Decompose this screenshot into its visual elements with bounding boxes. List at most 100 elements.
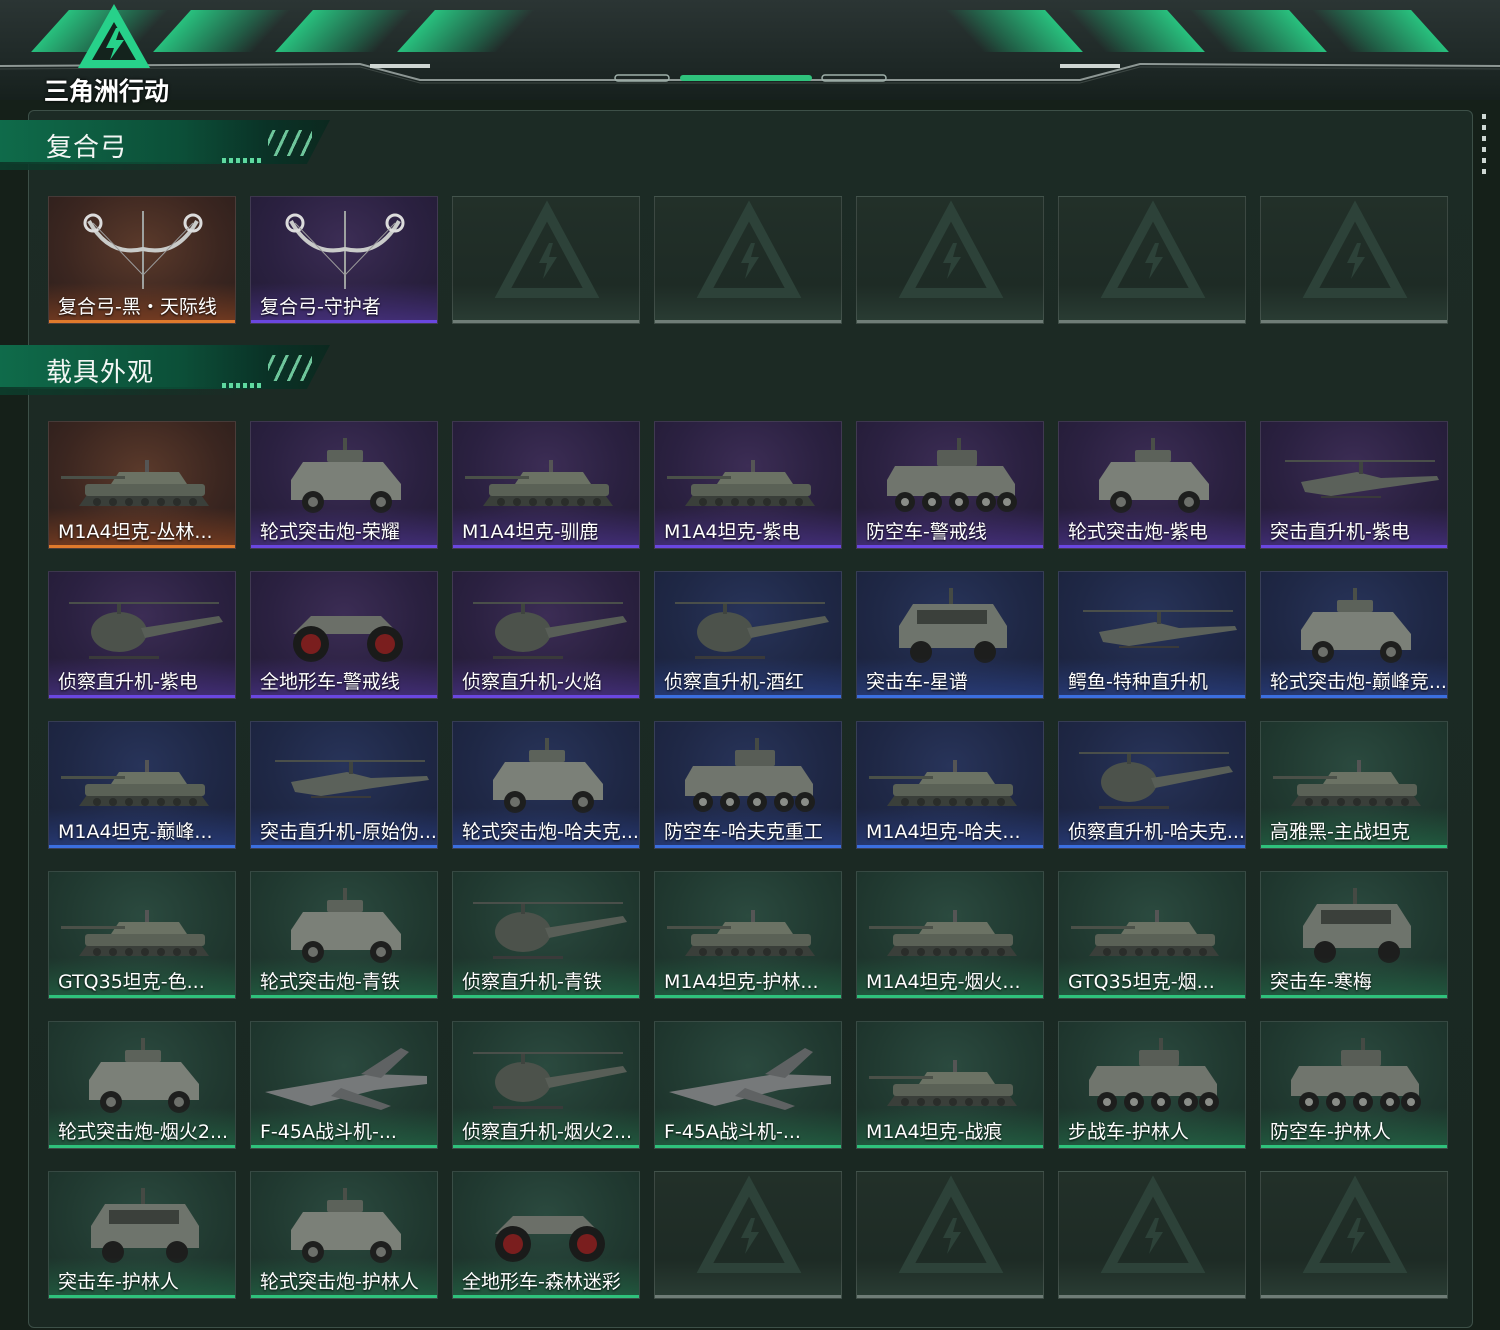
rarity-bar: [49, 845, 235, 848]
skin-card[interactable]: 步战车-护林人: [1058, 1021, 1246, 1149]
skin-card[interactable]: M1A4坦克-丛林...: [48, 421, 236, 549]
rarity-bar: [1059, 995, 1245, 998]
card-label: 突击车-护林人: [58, 1271, 179, 1293]
rarity-bar: [1059, 845, 1245, 848]
empty-slot-icon: [494, 200, 600, 298]
rarity-bar: [1059, 1145, 1245, 1148]
card-label: 轮式突击炮-青铁: [260, 971, 400, 993]
card-label: 轮式突击炮-荣耀: [260, 521, 400, 543]
card-label: 突击直升机-紫电: [1270, 521, 1410, 543]
card-label: 防空车-警戒线: [866, 521, 987, 543]
skin-card[interactable]: M1A4坦克-烟火...: [856, 871, 1044, 999]
rarity-bar: [655, 1295, 841, 1298]
rarity-bar: [857, 995, 1043, 998]
rarity-bar: [1261, 320, 1447, 323]
rarity-bar: [857, 845, 1043, 848]
skin-card[interactable]: 侦察直升机-烟火2...: [452, 1021, 640, 1149]
rarity-bar: [251, 1295, 437, 1298]
rarity-bar: [1261, 1145, 1447, 1148]
empty-slot-icon: [898, 1175, 1004, 1273]
delta-logo-icon: [78, 4, 150, 68]
rarity-bar: [251, 995, 437, 998]
skin-card[interactable]: M1A4坦克-哈夫...: [856, 721, 1044, 849]
rarity-bar: [453, 695, 639, 698]
rarity-bar: [453, 995, 639, 998]
card-label: 防空车-护林人: [1270, 1121, 1391, 1143]
skin-card[interactable]: 防空车-警戒线: [856, 421, 1044, 549]
skin-card[interactable]: 复合弓-守护者: [250, 196, 438, 324]
skin-card[interactable]: 侦察直升机-青铁: [452, 871, 640, 999]
card-label: M1A4坦克-驯鹿: [462, 521, 599, 543]
card-label: 侦察直升机-烟火2...: [462, 1121, 633, 1143]
skin-card[interactable]: 轮式突击炮-护林人: [250, 1171, 438, 1299]
rarity-bar: [49, 995, 235, 998]
card-label: M1A4坦克-护林...: [664, 971, 819, 993]
empty-skin-slot: [1260, 196, 1448, 324]
skin-card[interactable]: 轮式突击炮-哈夫克...: [452, 721, 640, 849]
rarity-bar: [655, 995, 841, 998]
skin-card[interactable]: 复合弓-黑・天际线: [48, 196, 236, 324]
skin-card[interactable]: GTQ35坦克-烟...: [1058, 871, 1246, 999]
skin-card[interactable]: 突击车-星谱: [856, 571, 1044, 699]
rarity-bar: [453, 845, 639, 848]
rarity-bar: [655, 845, 841, 848]
card-label: 全地形车-警戒线: [260, 671, 400, 693]
rarity-bar: [1059, 320, 1245, 323]
rarity-bar: [655, 695, 841, 698]
skin-card[interactable]: 侦察直升机-哈夫克...: [1058, 721, 1246, 849]
skin-card[interactable]: 突击车-寒梅: [1260, 871, 1448, 999]
empty-slot-icon: [1100, 200, 1206, 298]
skin-card[interactable]: M1A4坦克-战痕: [856, 1021, 1044, 1149]
skin-card[interactable]: 高雅黑-主战坦克: [1260, 721, 1448, 849]
card-label: 轮式突击炮-烟火2...: [58, 1121, 229, 1143]
card-label: 侦察直升机-酒红: [664, 671, 804, 693]
skin-card[interactable]: 全地形车-警戒线: [250, 571, 438, 699]
scroll-indicator[interactable]: [1482, 114, 1486, 180]
rarity-bar: [251, 320, 437, 323]
rarity-bar: [49, 320, 235, 323]
rarity-bar: [49, 1295, 235, 1298]
empty-slot-icon: [1100, 1175, 1206, 1273]
card-label: 侦察直升机-火焰: [462, 671, 602, 693]
skin-card[interactable]: 轮式突击炮-紫电: [1058, 421, 1246, 549]
skin-card[interactable]: 防空车-哈夫克重工: [654, 721, 842, 849]
empty-slot-icon: [696, 1175, 802, 1273]
card-label: 轮式突击炮-巅峰竞...: [1270, 671, 1447, 693]
skin-card[interactable]: 防空车-护林人: [1260, 1021, 1448, 1149]
skin-card[interactable]: 侦察直升机-火焰: [452, 571, 640, 699]
rarity-bar: [1261, 845, 1447, 848]
skin-card[interactable]: M1A4坦克-护林...: [654, 871, 842, 999]
empty-skin-slot: [654, 1171, 842, 1299]
skin-card[interactable]: F-45A战斗机-...: [250, 1021, 438, 1149]
skin-card[interactable]: 轮式突击炮-青铁: [250, 871, 438, 999]
skin-card[interactable]: 侦察直升机-紫电: [48, 571, 236, 699]
card-label: 轮式突击炮-护林人: [260, 1271, 419, 1293]
skin-card[interactable]: 轮式突击炮-烟火2...: [48, 1021, 236, 1149]
rarity-bar: [857, 545, 1043, 548]
skin-card[interactable]: 突击直升机-紫电: [1260, 421, 1448, 549]
slash-decoration: [268, 355, 312, 381]
empty-slot-icon: [696, 200, 802, 298]
card-label: 突击车-星谱: [866, 671, 968, 693]
rarity-bar: [1059, 695, 1245, 698]
skin-card[interactable]: F-45A战斗机-...: [654, 1021, 842, 1149]
skin-card[interactable]: 轮式突击炮-荣耀: [250, 421, 438, 549]
rarity-bar: [453, 320, 639, 323]
rarity-bar: [655, 1145, 841, 1148]
skin-card[interactable]: M1A4坦克-驯鹿: [452, 421, 640, 549]
card-label: GTQ35坦克-色...: [58, 971, 205, 993]
skin-card[interactable]: GTQ35坦克-色...: [48, 871, 236, 999]
skin-card[interactable]: 突击车-护林人: [48, 1171, 236, 1299]
skin-card[interactable]: 突击直升机-原始伪...: [250, 721, 438, 849]
skin-card[interactable]: 轮式突击炮-巅峰竞...: [1260, 571, 1448, 699]
skin-card[interactable]: 全地形车-森林迷彩: [452, 1171, 640, 1299]
dot-decoration: [222, 383, 262, 388]
skin-card[interactable]: 侦察直升机-酒红: [654, 571, 842, 699]
skin-card[interactable]: M1A4坦克-紫电: [654, 421, 842, 549]
empty-skin-slot: [1058, 196, 1246, 324]
section-header-bow: 复合弓: [0, 120, 340, 176]
rarity-bar: [857, 1145, 1043, 1148]
skin-card[interactable]: M1A4坦克-巅峰...: [48, 721, 236, 849]
skin-card[interactable]: 鳄鱼-特种直升机: [1058, 571, 1246, 699]
section-header-vehicle: 载具外观: [0, 345, 340, 401]
